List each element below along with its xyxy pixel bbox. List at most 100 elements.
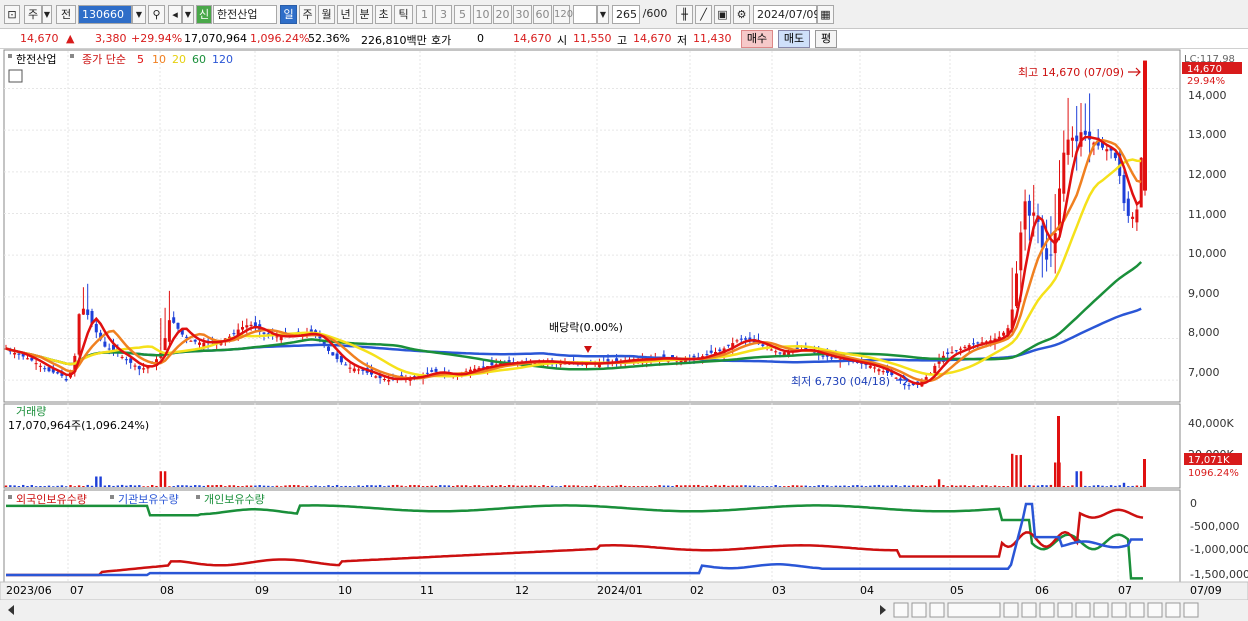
chart-icon-3[interactable] xyxy=(1039,602,1055,618)
save-icon[interactable]: ▣ xyxy=(714,5,731,24)
interval-dropdown-icon[interactable]: ▼ xyxy=(597,5,609,24)
period-year[interactable]: 년 xyxy=(337,5,354,24)
period-month[interactable]: 월 xyxy=(318,5,335,24)
volume-bar xyxy=(331,485,334,487)
volume-bar xyxy=(378,484,382,487)
interval-120[interactable]: 120 xyxy=(553,5,573,24)
volume-bar xyxy=(1092,485,1096,487)
rewind-icon[interactable] xyxy=(893,602,909,618)
interval-20[interactable]: 20 xyxy=(493,5,512,24)
market-dropdown-icon[interactable]: ▼ xyxy=(42,5,52,24)
legend-stock-name: 한전산업 xyxy=(16,53,56,66)
x-label-11: 11 xyxy=(420,584,434,597)
volume-bar xyxy=(258,485,261,487)
chart-icon-2[interactable] xyxy=(1021,602,1037,618)
volume-bar xyxy=(142,486,145,487)
chart-icon-6[interactable] xyxy=(1093,602,1109,618)
volume-bar xyxy=(237,485,240,487)
volume-bar xyxy=(980,485,984,487)
candle-body xyxy=(374,376,378,378)
buy-button[interactable]: 매수 xyxy=(741,30,773,48)
period-day[interactable]: 일 xyxy=(280,5,297,24)
legend-marker-icon xyxy=(8,495,12,499)
zoom-in-icon[interactable] xyxy=(1165,602,1181,618)
market-select[interactable]: 주 xyxy=(24,5,42,24)
volume-bar xyxy=(679,485,683,487)
volume-bar xyxy=(615,485,618,487)
candle-body xyxy=(1027,200,1031,216)
code-input[interactable]: 130660 xyxy=(78,5,132,24)
line-tool-icon[interactable]: ╱ xyxy=(695,5,712,24)
volume-bar xyxy=(434,485,438,487)
sell-button[interactable]: 매도 xyxy=(778,30,810,48)
chart-icon-5[interactable] xyxy=(1075,602,1091,618)
search-zoom-icon[interactable] xyxy=(1129,602,1145,618)
volume-bar xyxy=(585,485,588,487)
volume-bar xyxy=(1122,482,1126,487)
chart-icon-7[interactable] xyxy=(1111,602,1127,618)
interval-custom-input[interactable] xyxy=(573,5,597,24)
window-icon[interactable]: ⊡ xyxy=(4,5,20,24)
interval-30[interactable]: 30 xyxy=(513,5,532,24)
chart-icon-4[interactable] xyxy=(1057,602,1073,618)
forward-icon[interactable] xyxy=(929,602,945,618)
candle-body xyxy=(821,355,825,357)
period-tick[interactable]: 틱 xyxy=(394,5,413,24)
interval-5[interactable]: 5 xyxy=(454,5,471,24)
period-minute[interactable]: 분 xyxy=(356,5,373,24)
candle-body xyxy=(894,377,898,379)
volume-bar xyxy=(1049,484,1053,487)
volume-bar xyxy=(400,485,403,487)
volume-bar xyxy=(151,484,154,487)
volume-bar xyxy=(1019,454,1022,487)
volume-tag-text: 17,071K xyxy=(1188,455,1230,466)
gear-icon[interactable]: ⚙ xyxy=(733,5,750,24)
period-second[interactable]: 초 xyxy=(375,5,392,24)
volume-bar xyxy=(787,486,790,487)
sound-dropdown-icon[interactable]: ▼ xyxy=(182,5,194,24)
chart-icon-1[interactable] xyxy=(1003,602,1019,618)
date-input[interactable]: 2024/07/09 xyxy=(753,5,820,24)
search-icon[interactable]: ⚲ xyxy=(148,5,165,24)
interval-3[interactable]: 3 xyxy=(435,5,452,24)
stock-name-field[interactable]: 한전산업 xyxy=(213,5,277,24)
calendar-icon[interactable]: ▦ xyxy=(817,5,834,24)
volume-bar xyxy=(955,485,958,487)
volume-bar xyxy=(443,485,446,487)
volume-bar xyxy=(26,485,29,487)
volume-bar xyxy=(740,485,743,487)
volume-bar xyxy=(1084,485,1087,487)
prev-button[interactable]: 전 xyxy=(56,5,76,24)
zoom-out-icon[interactable] xyxy=(1147,602,1163,618)
interval-60[interactable]: 60 xyxy=(533,5,552,24)
volume-bar xyxy=(129,484,132,487)
zoom-slider[interactable] xyxy=(947,602,1001,618)
volume-bar xyxy=(288,485,291,487)
volume-bar xyxy=(477,485,481,487)
volume-bar xyxy=(555,486,558,487)
volume-bar xyxy=(318,486,322,487)
candle-icon[interactable]: ╫ xyxy=(676,5,693,24)
candle-body xyxy=(26,358,29,360)
interval-1[interactable]: 1 xyxy=(416,5,433,24)
font-icon[interactable] xyxy=(1183,602,1199,618)
candle-body xyxy=(959,348,963,350)
volume-bar xyxy=(1079,471,1083,487)
volume-bar xyxy=(632,486,635,487)
interval-10[interactable]: 10 xyxy=(473,5,492,24)
volume-bar xyxy=(873,485,876,487)
volume-bar xyxy=(860,485,863,487)
eval-button[interactable]: 평 xyxy=(815,30,837,48)
grid-toggle-icon[interactable] xyxy=(8,69,23,83)
speaker-icon[interactable]: ◂ xyxy=(168,5,182,24)
candle-body xyxy=(64,378,68,381)
candle-body xyxy=(344,364,348,366)
stock-chart[interactable]: 한전산업 종가 단순 5 10 20 60 120 최고 14,670 (07/… xyxy=(0,49,1248,621)
count-input[interactable]: 265 xyxy=(612,5,640,24)
candle-body xyxy=(77,314,81,355)
stop-icon[interactable] xyxy=(911,602,927,618)
code-dropdown-icon[interactable]: ▼ xyxy=(132,5,146,24)
volume-bar xyxy=(490,485,494,487)
period-week[interactable]: 주 xyxy=(299,5,316,24)
candle-body xyxy=(830,357,834,359)
